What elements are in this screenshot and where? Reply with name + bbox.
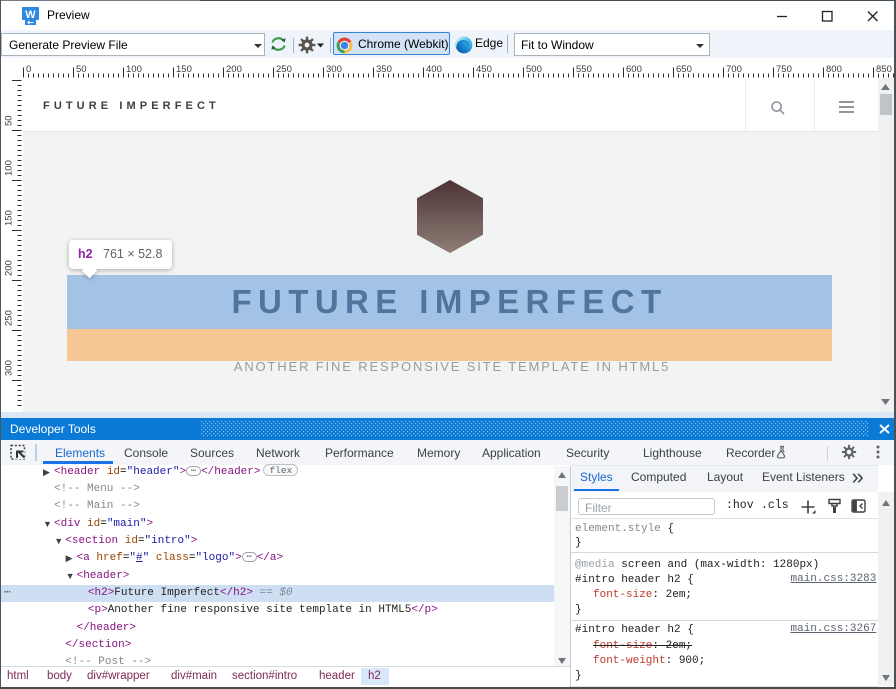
svg-text:50: 50	[4, 115, 15, 126]
svg-text:250: 250	[276, 64, 292, 75]
svg-text:200: 200	[226, 64, 242, 75]
svg-text:450: 450	[476, 64, 492, 75]
svg-text:600: 600	[626, 64, 642, 75]
svg-text:250: 250	[4, 310, 15, 326]
svg-text:800: 800	[826, 64, 842, 75]
svg-text:400: 400	[426, 64, 442, 75]
svg-text:700: 700	[726, 64, 742, 75]
svg-text:750: 750	[776, 64, 792, 75]
svg-text:50: 50	[76, 64, 87, 75]
svg-text:0: 0	[26, 64, 31, 75]
svg-text:500: 500	[526, 64, 542, 75]
svg-text:350: 350	[376, 64, 392, 75]
svg-text:300: 300	[4, 360, 15, 376]
svg-text:650: 650	[676, 64, 692, 75]
svg-text:850: 850	[876, 64, 892, 75]
svg-text:150: 150	[176, 64, 192, 75]
svg-text:300: 300	[326, 64, 342, 75]
svg-text:550: 550	[576, 64, 592, 75]
svg-text:100: 100	[126, 64, 142, 75]
svg-text:150: 150	[4, 210, 15, 226]
svg-text:100: 100	[4, 160, 15, 176]
svg-text:200: 200	[4, 260, 15, 276]
